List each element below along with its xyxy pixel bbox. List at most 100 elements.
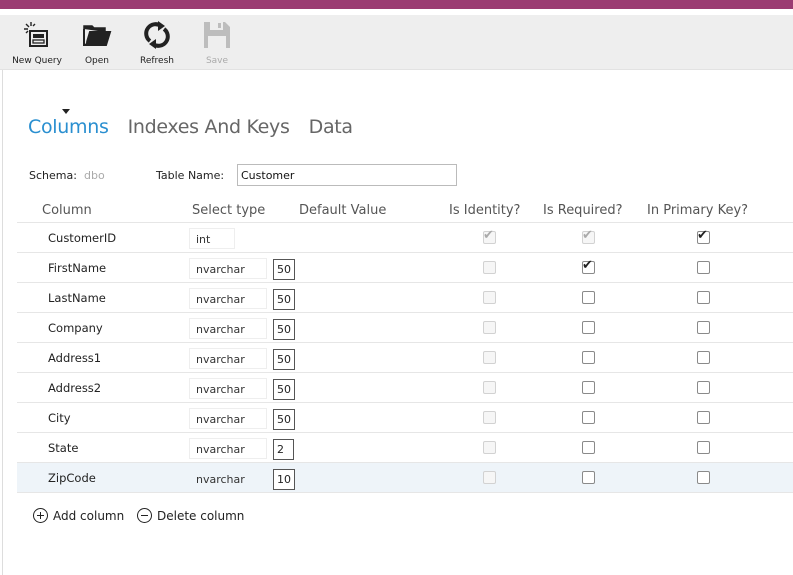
type-select[interactable]: nvarchar	[189, 258, 267, 279]
size-input[interactable]: 50	[273, 319, 295, 340]
primary-checkbox[interactable]	[697, 351, 710, 364]
type-select[interactable]: nvarchar	[189, 408, 267, 429]
header-in-primary-key: In Primary Key?	[647, 203, 749, 218]
size-input[interactable]: 10	[273, 469, 295, 490]
remove-icon	[137, 508, 152, 523]
identity-checkbox[interactable]	[483, 411, 496, 424]
required-checkbox[interactable]	[582, 351, 595, 364]
table-row[interactable]: Company nvarchar 50	[17, 313, 793, 343]
size-input[interactable]: 50	[273, 409, 295, 430]
size-input[interactable]: 50	[273, 259, 295, 280]
required-checkbox[interactable]	[582, 291, 595, 304]
column-name[interactable]: LastName	[48, 291, 106, 305]
header-is-identity: Is Identity?	[449, 203, 521, 218]
table-name-input[interactable]	[237, 164, 457, 186]
type-select[interactable]: nvarchar	[189, 468, 267, 489]
required-checkbox[interactable]	[582, 471, 595, 484]
required-checkbox[interactable]	[582, 441, 595, 454]
header-select-type: Select type	[192, 203, 266, 218]
grid-body: CustomerID int ✔ ✔ ✔ FirstName nvarchar 50 ✔ Last…	[17, 223, 793, 493]
type-select[interactable]: nvarchar	[189, 288, 267, 309]
primary-checkbox[interactable]	[697, 321, 710, 334]
identity-checkbox[interactable]	[483, 351, 496, 364]
primary-checkbox[interactable]	[697, 441, 710, 454]
type-select[interactable]: nvarchar	[189, 348, 267, 369]
refresh-button[interactable]: Refresh	[129, 20, 185, 68]
table-row[interactable]: City nvarchar 50	[17, 403, 793, 433]
size-input[interactable]: 2	[273, 439, 294, 460]
table-name-label: Table Name:	[156, 169, 225, 182]
size-input[interactable]: 50	[273, 379, 295, 400]
schema-label: Schema:	[29, 169, 77, 182]
table-row[interactable]: Address1 nvarchar 50	[17, 343, 793, 373]
identity-checkbox[interactable]	[483, 321, 496, 334]
size-input[interactable]: 50	[273, 289, 295, 310]
primary-checkbox[interactable]	[697, 381, 710, 394]
open-label: Open	[84, 56, 110, 66]
table-row[interactable]: State nvarchar 2	[17, 433, 793, 463]
column-name[interactable]: Address2	[48, 381, 101, 395]
checkmark-icon: ✔	[582, 228, 593, 243]
primary-checkbox[interactable]	[697, 471, 710, 484]
schema-value[interactable]: dbo	[84, 169, 105, 182]
column-name[interactable]: ZipCode	[48, 471, 96, 485]
refresh-icon	[144, 21, 170, 49]
type-select[interactable]: nvarchar	[189, 318, 267, 339]
primary-checkbox[interactable]: ✔	[697, 228, 710, 244]
primary-checkbox[interactable]	[697, 291, 710, 304]
checkmark-icon: ✔	[483, 228, 494, 243]
column-name[interactable]: FirstName	[48, 261, 106, 275]
save-label: Save	[205, 56, 229, 66]
new-query-icon	[24, 22, 48, 47]
tab-data[interactable]: Data	[309, 116, 353, 144]
delete-column-button[interactable]: Delete column	[137, 508, 244, 523]
header-is-required: Is Required?	[543, 203, 623, 218]
tab-caret-icon	[62, 109, 70, 114]
header-column: Column	[42, 203, 92, 218]
required-checkbox[interactable]	[582, 321, 595, 334]
tab-columns[interactable]: Columns	[28, 116, 109, 144]
checkmark-icon: ✔	[697, 228, 708, 243]
column-name[interactable]: CustomerID	[48, 231, 116, 245]
delete-column-label: Delete column	[157, 508, 245, 523]
table-row[interactable]: Address2 nvarchar 50	[17, 373, 793, 403]
open-button[interactable]: Open	[69, 20, 125, 68]
table-row[interactable]: ZipCode nvarchar 10	[17, 463, 793, 493]
identity-checkbox[interactable]	[483, 441, 496, 454]
folder-icon	[83, 25, 112, 46]
identity-checkbox[interactable]	[483, 291, 496, 304]
column-name[interactable]: City	[48, 411, 71, 425]
grid-header: Column Select type Default Value Is Iden…	[17, 196, 793, 223]
new-query-label: New Query	[12, 56, 62, 66]
type-select[interactable]: nvarchar	[189, 438, 267, 459]
tab-indexes-and-keys[interactable]: Indexes And Keys	[128, 116, 290, 144]
size-input[interactable]: 50	[273, 349, 295, 370]
required-checkbox[interactable]	[582, 411, 595, 424]
toolbar: New Query Open Refresh Save	[0, 15, 793, 70]
add-icon	[33, 508, 48, 523]
required-checkbox[interactable]: ✔	[582, 258, 595, 274]
columns-grid: Column Select type Default Value Is Iden…	[17, 196, 793, 493]
identity-checkbox[interactable]	[483, 381, 496, 394]
tab-bar: Columns Indexes And Keys Data	[28, 116, 372, 144]
column-name[interactable]: Company	[48, 321, 103, 335]
required-checkbox[interactable]: ✔	[582, 228, 595, 244]
type-select[interactable]: int	[189, 228, 235, 249]
type-select[interactable]: nvarchar	[189, 378, 267, 399]
identity-checkbox[interactable]	[483, 261, 496, 274]
required-checkbox[interactable]	[582, 381, 595, 394]
refresh-label: Refresh	[140, 56, 174, 66]
table-row[interactable]: CustomerID int ✔ ✔ ✔	[17, 223, 793, 253]
checkmark-icon: ✔	[582, 258, 593, 273]
primary-checkbox[interactable]	[697, 261, 710, 274]
table-row[interactable]: LastName nvarchar 50	[17, 283, 793, 313]
identity-checkbox[interactable]: ✔	[483, 228, 496, 244]
new-query-button[interactable]: New Query	[9, 20, 65, 68]
add-column-button[interactable]: Add column	[33, 508, 124, 523]
save-button[interactable]: Save	[189, 20, 245, 68]
primary-checkbox[interactable]	[697, 411, 710, 424]
column-name[interactable]: Address1	[48, 351, 101, 365]
identity-checkbox[interactable]	[483, 471, 496, 484]
table-row[interactable]: FirstName nvarchar 50 ✔	[17, 253, 793, 283]
column-name[interactable]: State	[48, 441, 78, 455]
